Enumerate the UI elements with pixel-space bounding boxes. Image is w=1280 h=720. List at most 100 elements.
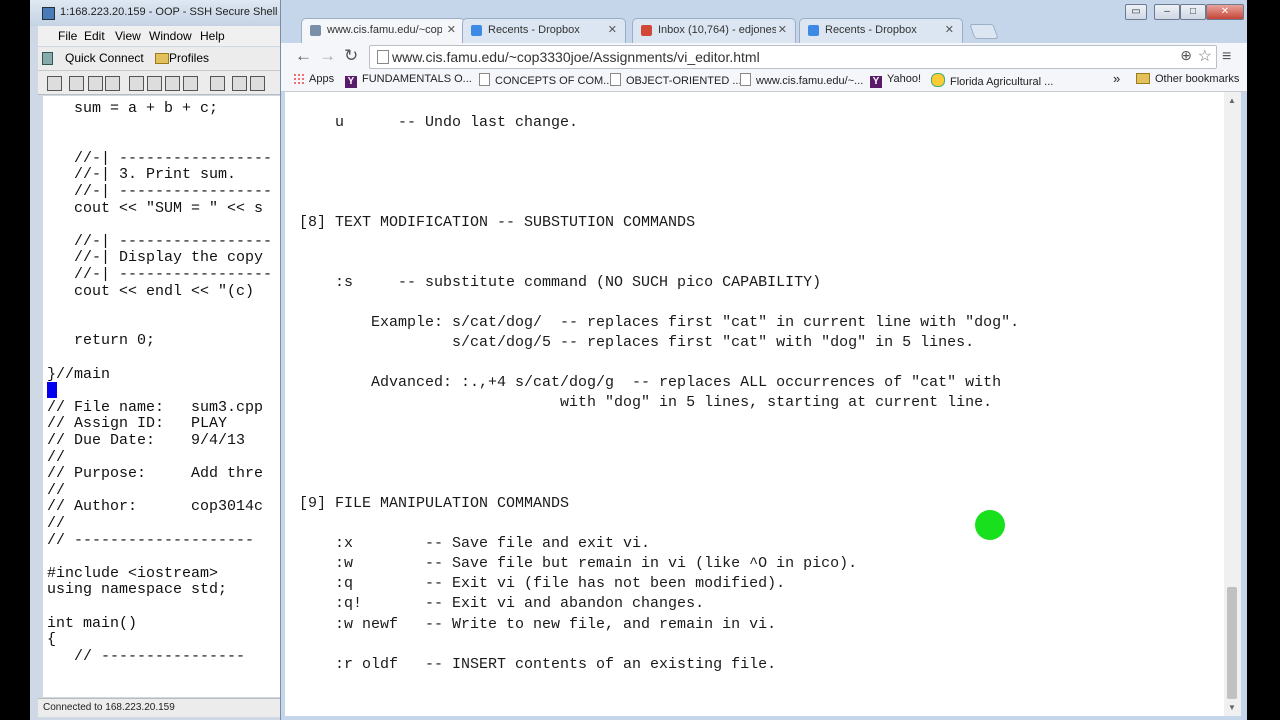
menu-help[interactable]: Help [200, 29, 225, 43]
page-text-line: :w newf -- Write to new file, and remain… [299, 616, 777, 633]
menu-window[interactable]: Window [149, 29, 192, 43]
page-text-line: u -- Undo last change. [299, 114, 579, 131]
bookmark-item[interactable]: www.cis.famu.edu/~... [740, 73, 863, 87]
profiles-button[interactable]: Profiles [169, 51, 209, 65]
tab-dropbox-1[interactable]: Recents - Dropbox ✕ [462, 18, 626, 44]
bookmark-label: Yahoo! [887, 73, 922, 85]
ssh-tool-toolbar [38, 71, 284, 95]
page-text-line: [9] FILE MANIPULATION COMMANDS [299, 495, 570, 512]
bookmark-label: Apps [309, 73, 335, 85]
bookmark-item[interactable]: Florida Agricultural ... [931, 73, 1053, 88]
page-text-line: with "dog" in 5 lines, starting at curre… [299, 394, 993, 411]
quick-connect-button[interactable]: Quick Connect [65, 51, 144, 65]
forward-icon[interactable]: → [319, 46, 336, 66]
terminal-line: // File name: sum3.cpp [47, 398, 264, 416]
minimize-button[interactable]: – [1154, 4, 1180, 20]
bookmark-apps[interactable]: Apps [293, 73, 334, 85]
tab-close-icon[interactable]: ✕ [608, 23, 617, 36]
menu-view[interactable]: View [115, 29, 141, 43]
zoom-icon[interactable]: ⊕ [1180, 47, 1192, 64]
ssh-window-title: 1:168.223.20.159 - OOP - SSH Secure Shel… [60, 6, 278, 18]
bookmark-item[interactable]: Y FUNDAMENTALS O... [345, 73, 472, 88]
other-bookmarks[interactable]: Other bookmarks [1136, 73, 1239, 85]
select-icon[interactable] [183, 76, 198, 91]
bookmark-item[interactable]: CONCEPTS OF COM... [479, 73, 612, 87]
bookmark-star-icon[interactable]: ☆ [1198, 46, 1212, 66]
right-letterbox [1250, 0, 1280, 720]
dropbox-icon [808, 25, 819, 36]
transfer-icon[interactable] [250, 76, 265, 91]
tab-vi-editor[interactable]: www.cis.famu.edu/~cop33 ✕ [301, 18, 465, 44]
quick-connect-icon [42, 52, 53, 65]
reload-icon[interactable]: ↻ [344, 46, 358, 66]
bookmark-item[interactable]: Y Yahoo! [870, 73, 921, 88]
terminal-line: // [47, 515, 66, 532]
tab-title: Recents - Dropbox [825, 24, 917, 36]
back-icon[interactable]: ← [295, 46, 312, 66]
scroll-thumb[interactable] [1227, 587, 1237, 699]
terminal-line: cout << endl << "(c) [47, 282, 255, 300]
ssh-title-bar[interactable]: 1:168.223.20.159 - OOP - SSH Secure Shel… [30, 0, 284, 26]
terminal-line: sum = a + b + c; [47, 100, 219, 117]
ssh-window: 1:168.223.20.159 - OOP - SSH Secure Shel… [30, 0, 284, 720]
bookmark-label: Florida Agricultural ... [950, 76, 1054, 88]
address-bar[interactable]: www.cis.famu.edu/~cop3330joe/Assignments… [369, 45, 1217, 69]
page-text-line: :q! -- Exit vi and abandon changes. [299, 595, 705, 612]
restore-small-button[interactable]: ▭ [1125, 4, 1147, 20]
browser-toolbar: ← → ↻ www.cis.famu.edu/~cop3330joe/Assig… [281, 43, 1247, 70]
dropbox-icon [471, 25, 482, 36]
terminal-line: using namespace std; [47, 581, 228, 599]
close-window-button[interactable]: ✕ [1206, 4, 1244, 20]
tab-close-icon[interactable]: ✕ [778, 23, 787, 36]
binoculars-icon[interactable] [210, 76, 225, 91]
apps-icon [293, 73, 304, 84]
settings-icon[interactable] [232, 76, 247, 91]
bookmark-item[interactable]: OBJECT-ORIENTED ... [610, 73, 742, 87]
vertical-scrollbar[interactable]: ▲ ▼ [1224, 92, 1241, 716]
paste-icon[interactable] [147, 76, 162, 91]
chrome-menu-icon[interactable]: ≡ [1222, 48, 1231, 66]
ssh-menu-bar: File Edit View Window Help [38, 26, 284, 46]
tab-close-icon[interactable]: ✕ [945, 23, 954, 36]
terminal-line: //-| ----------------- [47, 232, 273, 250]
bookmark-label: www.cis.famu.edu/~... [756, 75, 864, 87]
terminal-line: #include <iostream> [47, 564, 219, 582]
maximize-button[interactable]: □ [1180, 4, 1206, 20]
paste-special-icon[interactable] [165, 76, 180, 91]
tab-close-icon[interactable]: ✕ [447, 23, 456, 36]
page-icon [479, 73, 490, 86]
terminal-line: { [47, 631, 57, 649]
print-icon[interactable] [69, 76, 84, 91]
famu-seal-icon [931, 73, 945, 87]
terminal-cursor [47, 382, 57, 398]
page-icon [377, 50, 389, 64]
folder-icon [1136, 73, 1150, 84]
bookmarks-overflow-button[interactable]: » [1113, 71, 1120, 86]
new-tab-button[interactable] [969, 24, 999, 39]
page-text-line: Advanced: :.,+4 s/cat/dog/g -- replaces … [299, 374, 1002, 391]
terminal-line: // [47, 448, 66, 466]
scroll-down-icon[interactable]: ▼ [1228, 703, 1236, 712]
terminal-line: // Due Date: 9/4/13 [47, 432, 246, 449]
save-icon[interactable] [47, 76, 62, 91]
gmail-icon [641, 25, 652, 36]
terminal-line: //-| ----------------- [47, 149, 273, 167]
tab-inbox[interactable]: Inbox (10,764) - edjonesp ✕ [632, 18, 796, 44]
menu-file[interactable]: File [58, 29, 77, 43]
menu-edit[interactable]: Edit [84, 29, 105, 43]
ssh-connect-toolbar: Quick Connect Profiles [38, 47, 284, 71]
tab-title: Recents - Dropbox [488, 24, 580, 36]
tab-dropbox-2[interactable]: Recents - Dropbox ✕ [799, 18, 963, 44]
terminal-line: return 0; [47, 332, 156, 350]
find-icon[interactable] [88, 76, 103, 91]
terminal-area[interactable]: sum = a + b + c; //-| ----------------- … [43, 96, 284, 697]
terminal-line: //-| 3. Print sum. [47, 166, 237, 184]
copy-icon[interactable] [129, 76, 144, 91]
mouse-pointer-indicator [975, 510, 1005, 540]
terminal-line: // Assign ID: PLAY [47, 415, 228, 433]
delete-icon[interactable] [105, 76, 120, 91]
terminal-line: // Purpose: Add thre [47, 465, 264, 483]
scroll-up-icon[interactable]: ▲ [1228, 96, 1236, 105]
page-text-line: :x -- Save file and exit vi. [299, 535, 651, 552]
bookmark-label: FUNDAMENTALS O... [362, 73, 472, 85]
